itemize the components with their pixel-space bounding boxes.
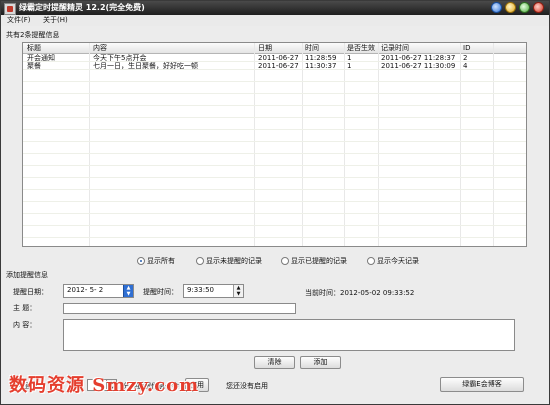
radio-icon (196, 257, 204, 265)
menu-about[interactable]: 关于(H) (43, 16, 68, 25)
time-spin-button[interactable]: ▲ ▼ (233, 285, 243, 297)
row2-enabled[interactable]: 1 (347, 62, 351, 70)
grid-line (23, 129, 526, 130)
grid-line (23, 237, 526, 238)
radio-icon (281, 257, 289, 265)
row1-enabled[interactable]: 1 (347, 54, 351, 62)
row1-id[interactable]: 2 (463, 54, 467, 62)
row2-time[interactable]: 11:30:37 (305, 62, 336, 70)
filter-show-all-label: 显示所有 (147, 257, 175, 265)
date-label: 提醒日期： (13, 288, 48, 296)
grid-line (23, 153, 526, 154)
current-time: 当前时间：2012-05-02 09:33:52 (305, 289, 415, 297)
filter-show-unreminded-label: 显示未提醒的记录 (206, 257, 262, 265)
column-header-time[interactable]: 时间 (305, 44, 319, 52)
clear-button[interactable]: 清除 (254, 356, 295, 369)
list-panel-title: 共有2条提醒信息 (6, 31, 60, 39)
column-separator (493, 43, 494, 246)
grid-line (23, 177, 526, 178)
column-header-record-time[interactable]: 记录时间 (381, 44, 409, 52)
column-separator (254, 43, 255, 246)
column-separator (378, 43, 379, 246)
menu-bar: 文件(F) 关于(H) (1, 15, 549, 26)
content-label: 内 容： (13, 321, 37, 329)
app-icon (4, 3, 16, 15)
maximize-icon[interactable] (519, 2, 530, 13)
row1-content[interactable]: 今天下午5点开会 (93, 54, 146, 62)
grid-line (23, 201, 526, 202)
row2-date[interactable]: 2011-06-27 (258, 62, 299, 70)
subject-input[interactable] (63, 303, 296, 314)
add-panel-title: 添加提醒信息 (6, 271, 48, 279)
date-spin-button[interactable]: ▲ ▼ (123, 285, 133, 297)
column-header-title[interactable]: 标题 (27, 44, 41, 52)
blog-button[interactable]: 绿霸E会博客 (440, 377, 524, 392)
row2-id[interactable]: 4 (463, 62, 467, 70)
watermark-text: 数码资源 Smzy.com (9, 375, 200, 396)
filter-show-unreminded[interactable]: 显示未提醒的记录 (196, 255, 262, 267)
title-bar: 绿霸定时提醒精灵 12.2(完全免费) (1, 1, 549, 15)
filter-show-today[interactable]: 显示今天记录 (367, 255, 419, 267)
column-separator (344, 43, 345, 246)
radio-icon (367, 257, 375, 265)
grid-line (23, 105, 526, 106)
row1-title[interactable]: 开会通知 (27, 54, 55, 62)
reminder-list[interactable]: 标题 内容 日期 时间 是否生效 记录时间 ID 开会通知 今天下午5点开会 2… (22, 42, 527, 247)
filter-show-reminded-label: 显示已提醒的记录 (291, 257, 347, 265)
row2-title[interactable]: 聚餐 (27, 62, 41, 70)
column-header-id[interactable]: ID (463, 44, 470, 52)
row1-record-time[interactable]: 2011-06-27 11:28:37 (381, 54, 455, 62)
filter-show-all[interactable]: 显示所有 (137, 255, 175, 267)
row1-date[interactable]: 2011-06-27 (258, 54, 299, 62)
filter-show-today-label: 显示今天记录 (377, 257, 419, 265)
row1-time[interactable]: 11:28:59 (305, 54, 336, 62)
row2-content[interactable]: 七月一日，生日聚餐，好好吃一顿 (93, 62, 198, 70)
column-header-date[interactable]: 日期 (258, 44, 272, 52)
column-header-enabled[interactable]: 是否生效 (347, 44, 375, 52)
grid-line (23, 81, 526, 82)
grid-line (23, 225, 526, 226)
column-separator (302, 43, 303, 246)
window-title: 绿霸定时提醒精灵 12.2(完全免费) (19, 3, 145, 12)
grid-line (23, 213, 526, 214)
grid-line (23, 165, 526, 166)
column-separator (460, 43, 461, 246)
list-header: 标题 内容 日期 时间 是否生效 记录时间 ID (23, 43, 526, 54)
content-textarea[interactable] (63, 319, 515, 351)
grid-line (23, 189, 526, 190)
grid-line (23, 117, 526, 118)
minimize-icon[interactable] (505, 2, 516, 13)
reminder-time-value: 9:33:50 (187, 286, 214, 294)
menu-file[interactable]: 文件(F) (7, 16, 31, 25)
row2-record-time[interactable]: 2011-06-27 11:30:09 (381, 62, 455, 70)
main-window: 绿霸定时提醒精灵 12.2(完全免费) 文件(F) 关于(H) 共有2条提醒信息… (0, 0, 550, 405)
subject-label: 主 题： (13, 304, 37, 312)
grid-line (23, 141, 526, 142)
column-separator (89, 43, 90, 246)
reminder-time-picker[interactable]: 9:33:50 ▲ ▼ (183, 284, 244, 298)
add-button[interactable]: 添加 (300, 356, 341, 369)
close-icon[interactable] (533, 2, 544, 13)
radio-selected-icon (137, 257, 145, 265)
filter-show-reminded[interactable]: 显示已提醒的记录 (281, 255, 347, 267)
time-label: 提醒时间： (143, 288, 178, 296)
reminder-date-picker[interactable]: 2012- 5- 2 ▲ ▼ (63, 284, 134, 298)
reminder-date-value: 2012- 5- 2 (67, 286, 104, 294)
grid-line (23, 93, 526, 94)
column-header-content[interactable]: 内容 (93, 44, 107, 52)
status-text: 您还没有启用 (226, 382, 268, 390)
star-icon[interactable] (491, 2, 502, 13)
